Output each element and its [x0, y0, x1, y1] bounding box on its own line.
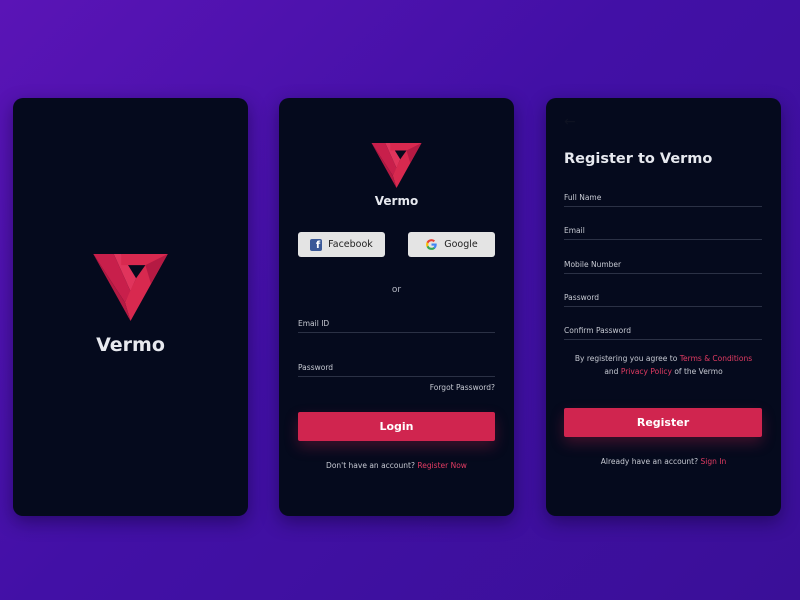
google-icon [426, 239, 437, 250]
facebook-label: Facebook [328, 239, 373, 250]
privacy-policy-link[interactable]: Privacy Policy [621, 367, 672, 376]
sign-in-prompt: Already have an account? Sign In [546, 457, 781, 466]
sign-in-link[interactable]: Sign In [700, 457, 726, 466]
register-button[interactable]: Register [564, 408, 762, 437]
email-label: Email [564, 226, 585, 235]
password-label: Password [564, 293, 600, 302]
password-label: Password [298, 363, 334, 372]
confirm-password-label: Confirm Password [564, 326, 631, 335]
or-divider-text: or [391, 285, 402, 295]
terms-conditions-link[interactable]: Terms & Conditions [680, 354, 752, 363]
google-login-button[interactable]: Google [408, 232, 495, 257]
register-prompt: Don't have an account? Register Now [279, 461, 514, 470]
terms-prefix: By registering you agree to [574, 354, 678, 363]
terms-and: and [604, 367, 619, 376]
forgot-password-link[interactable]: Forgot Password? [430, 383, 495, 392]
google-label: Google [444, 239, 478, 250]
page-title: Register to Vermo [564, 151, 713, 167]
terms-agreement-text: By registering you agree to Terms & Cond… [560, 352, 767, 378]
app-name: Vermo [374, 194, 419, 208]
no-account-text: Don't have an account? [326, 461, 415, 470]
have-account-text: Already have an account? [600, 457, 699, 466]
app-name: Vermo [96, 334, 165, 356]
mobile-number-field[interactable]: Mobile Number [564, 258, 762, 274]
register-screen-card: ← Register to Vermo Full Name Email Mobi… [546, 98, 781, 516]
email-id-field[interactable]: Email ID [298, 317, 495, 333]
arrow-left-icon[interactable]: ← [564, 114, 576, 130]
full-name-label: Full Name [564, 193, 602, 202]
vermo-logo-icon [93, 254, 168, 321]
confirm-password-field[interactable]: Confirm Password [564, 324, 762, 340]
full-name-field[interactable]: Full Name [564, 191, 762, 207]
email-field[interactable]: Email [564, 224, 762, 240]
login-button[interactable]: Login [298, 412, 495, 441]
mobile-number-label: Mobile Number [564, 260, 622, 269]
email-id-label: Email ID [298, 319, 330, 328]
terms-suffix: of the Vermo [674, 367, 723, 376]
login-screen-card: Vermo f Facebook Google or Email ID Pass… [279, 98, 514, 516]
facebook-login-button[interactable]: f Facebook [298, 232, 385, 257]
password-field[interactable]: Password [564, 291, 762, 307]
register-now-link[interactable]: Register Now [417, 461, 467, 470]
password-field[interactable]: Password [298, 361, 495, 377]
splash-screen-card: Vermo [13, 98, 248, 516]
facebook-icon: f [310, 238, 323, 251]
vermo-logo-icon [371, 143, 422, 188]
